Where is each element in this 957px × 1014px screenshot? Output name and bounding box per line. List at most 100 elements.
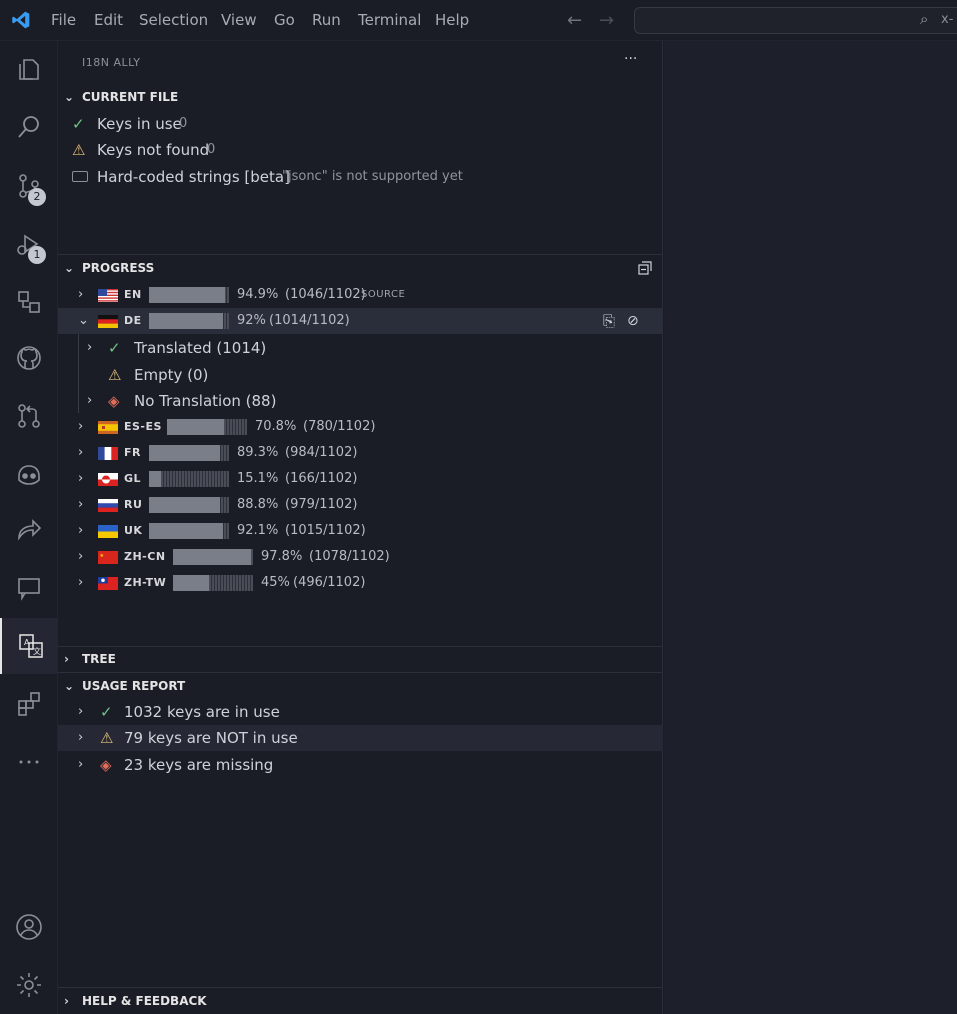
warning-icon: ⚠	[100, 729, 114, 747]
flag-ru-icon	[98, 498, 118, 512]
flag-fr-icon	[98, 446, 118, 460]
section-progress[interactable]: ⌄ PROGRESS	[58, 255, 663, 281]
source-control-badge: 2	[28, 188, 46, 206]
sidebar-title: I18N ALLY	[82, 56, 141, 69]
more-actions-icon[interactable]: ···	[624, 51, 637, 67]
chevron-right-icon: ›	[78, 444, 84, 460]
progress-percent: 89.3%	[237, 444, 279, 460]
progress-locale-de[interactable]: ⌄ DE 92% (1014/1102) ⎘ ⊘	[58, 308, 663, 334]
section-title: HELP & FEEDBACK	[82, 994, 207, 1008]
keys-not-found-count: 0	[207, 142, 216, 157]
progress-percent: 97.8%	[261, 548, 303, 564]
locale-code: ES-ES	[124, 419, 162, 433]
section-title: PROGRESS	[82, 261, 155, 275]
progress-bar-fill	[149, 313, 223, 329]
check-icon: ✓	[108, 339, 121, 357]
i18n-ally-icon[interactable]: A文	[0, 618, 58, 674]
remote-explorer-icon[interactable]	[0, 274, 58, 330]
progress-locale-es-es[interactable]: › ES-ES 70.8% (780/1102)	[58, 414, 663, 440]
progress-locale-ru[interactable]: › RU 88.8% (979/1102)	[58, 492, 663, 518]
menu-run[interactable]: Run	[312, 0, 341, 41]
menu-go[interactable]: Go	[274, 0, 295, 41]
de-translated-row[interactable]: › ✓ Translated (1014)	[58, 335, 663, 361]
section-help-feedback[interactable]: › HELP & FEEDBACK	[58, 988, 663, 1014]
progress-locale-zh-cn[interactable]: › ★ ZH-CN 97.8% (1078/1102)	[58, 544, 663, 570]
collapse-all-icon[interactable]	[638, 261, 652, 275]
progress-counts: (979/1102)	[285, 496, 358, 512]
progress-bar-fill	[173, 548, 252, 565]
copy-icon[interactable]: ⎘	[603, 308, 615, 334]
more-icon[interactable]	[0, 734, 58, 790]
usage-not-in-use-row[interactable]: › ⚠ 79 keys are NOT in use	[58, 725, 663, 751]
progress-counts: (1078/1102)	[309, 548, 390, 564]
menu-help[interactable]: Help	[435, 0, 469, 41]
progress-bar	[149, 470, 229, 487]
chevron-right-icon: ›	[78, 418, 84, 434]
hardcoded-strings-row[interactable]: Hard-coded strings [beta] "jsonc" is not…	[58, 164, 663, 190]
missing-key-icon: ◈	[108, 392, 120, 410]
progress-bar-fill	[149, 470, 162, 487]
menu-file[interactable]: File	[51, 0, 76, 41]
progress-percent: 92.1%	[237, 522, 279, 538]
usage-in-use-label: 1032 keys are in use	[124, 703, 280, 721]
progress-locale-en[interactable]: › EN 94.9% (1046/1102) SOURCE	[58, 282, 663, 308]
usage-missing-label: 23 keys are missing	[124, 756, 274, 774]
hide-locale-icon[interactable]: ⊘	[627, 308, 639, 334]
usage-missing-row[interactable]: › ◈ 23 keys are missing	[58, 752, 663, 778]
section-tree[interactable]: › TREE	[58, 646, 663, 672]
menu-selection[interactable]: Selection	[139, 0, 208, 41]
section-title: CURRENT FILE	[82, 90, 179, 104]
de-empty-row[interactable]: ⚠ Empty (0)	[58, 362, 663, 388]
run-debug-icon[interactable]: 1	[0, 216, 58, 272]
arrow-right-icon[interactable]: →	[599, 10, 614, 31]
section-current-file[interactable]: ⌄ CURRENT FILE	[58, 84, 663, 110]
progress-locale-uk[interactable]: › UK 92.1% (1015/1102)	[58, 518, 663, 544]
section-title: TREE	[82, 652, 116, 666]
progress-percent: 70.8%	[255, 418, 297, 434]
comments-icon[interactable]	[0, 560, 58, 616]
keys-in-use-row[interactable]: ✓ Keys in use 0	[58, 111, 663, 137]
pull-request-icon[interactable]	[0, 388, 58, 444]
chevron-right-icon: ›	[78, 730, 84, 745]
copilot-icon[interactable]	[0, 446, 58, 502]
progress-bar	[149, 313, 229, 329]
chevron-right-icon: ›	[78, 470, 84, 486]
usage-in-use-row[interactable]: › ✓ 1032 keys are in use	[58, 699, 663, 725]
search-icon[interactable]	[0, 99, 58, 155]
command-center-search[interactable]: ⌕ x-	[634, 7, 957, 34]
locale-code: FR	[124, 445, 141, 459]
progress-locale-zh-tw[interactable]: › ZH-TW 45% (496/1102)	[58, 570, 663, 596]
locale-code: UK	[124, 523, 143, 537]
account-icon[interactable]	[0, 899, 58, 955]
explorer-icon[interactable]	[0, 41, 58, 97]
title-bar: File Edit Selection View Go Run Terminal…	[0, 0, 957, 41]
chevron-right-icon: ›	[78, 574, 84, 590]
extensions-icon[interactable]	[0, 676, 58, 732]
de-no-translation-row[interactable]: › ◈ No Translation (88)	[58, 388, 663, 414]
manage-gear-icon[interactable]	[0, 957, 58, 1013]
chevron-right-icon: ›	[78, 548, 84, 564]
progress-locale-fr[interactable]: › FR 89.3% (984/1102)	[58, 440, 663, 466]
flag-zh-tw-icon	[98, 576, 118, 590]
keys-in-use-count: 0	[179, 116, 188, 131]
source-control-icon[interactable]: 2	[0, 158, 58, 214]
progress-percent: 45%	[261, 574, 290, 590]
section-usage-report[interactable]: ⌄ USAGE REPORT	[58, 673, 663, 699]
menu-terminal[interactable]: Terminal	[358, 0, 421, 41]
locale-code: RU	[124, 497, 143, 511]
progress-locale-gl[interactable]: › GL 15.1% (166/1102)	[58, 466, 663, 492]
arrow-left-icon[interactable]: ←	[567, 10, 582, 31]
progress-percent: 88.8%	[237, 496, 279, 512]
keys-not-found-row[interactable]: ⚠ Keys not found 0	[58, 137, 663, 163]
menu-edit[interactable]: Edit	[94, 0, 123, 41]
github-icon[interactable]	[0, 330, 58, 386]
chevron-down-icon: ⌄	[64, 90, 75, 104]
progress-bar	[149, 287, 229, 303]
progress-bar-fill	[149, 444, 221, 461]
svg-text:★: ★	[100, 553, 105, 559]
chevron-right-icon: ›	[78, 496, 84, 512]
vscode-logo-icon	[12, 11, 30, 29]
live-share-icon[interactable]	[0, 502, 58, 558]
menu-view[interactable]: View	[221, 0, 257, 41]
progress-counts: (984/1102)	[285, 444, 358, 460]
